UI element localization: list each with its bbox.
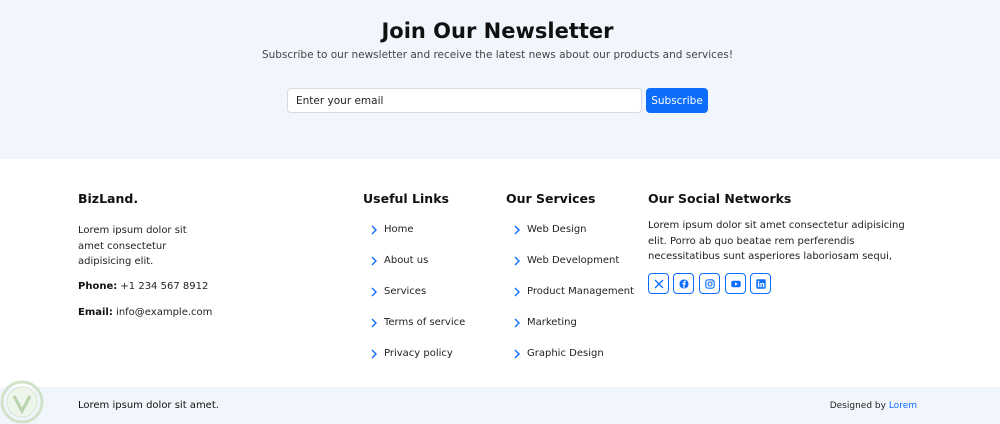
chevron-right-icon — [514, 225, 520, 235]
chevron-right-icon — [371, 225, 377, 235]
social-heading: Our Social Networks — [648, 191, 792, 206]
service-link-label[interactable]: Web Design — [527, 223, 587, 237]
credits: Designed by Lorem — [830, 400, 917, 413]
chevron-right-icon — [514, 287, 520, 297]
services-column: Our Services Web Design Web Development … — [506, 159, 641, 387]
service-link-label[interactable]: Product Management — [527, 285, 634, 299]
youtube-icon — [731, 280, 741, 288]
facebook-link[interactable] — [673, 273, 694, 294]
brand-column: BizLand. Lorem ipsum dolor sit amet cons… — [78, 159, 278, 387]
newsletter-subtitle: Subscribe to our newsletter and receive … — [261, 49, 734, 61]
youtube-link[interactable] — [725, 273, 746, 294]
phone-value: +1 234 567 8912 — [120, 281, 209, 292]
chevron-right-icon — [514, 318, 520, 328]
designed-by-link[interactable]: Lorem — [889, 401, 917, 411]
phone-line: Phone: +1 234 567 8912 — [78, 280, 208, 294]
service-link-label[interactable]: Graphic Design — [527, 347, 604, 361]
chevron-right-icon — [371, 349, 377, 359]
instagram-link[interactable] — [699, 273, 720, 294]
social-text: Lorem ipsum dolor sit amet consectetur a… — [648, 220, 905, 262]
chevron-right-icon — [371, 256, 377, 266]
useful-link-label[interactable]: Terms of service — [384, 316, 465, 330]
services-heading: Our Services — [506, 191, 596, 206]
useful-link-label[interactable]: Services — [384, 285, 426, 299]
linkedin-icon — [756, 279, 766, 289]
x-twitter-icon — [654, 279, 664, 289]
linkedin-link[interactable] — [750, 273, 771, 294]
brand-about: Lorem ipsum dolor sit amet consectetur a… — [78, 225, 187, 267]
footer-top: BizLand. Lorem ipsum dolor sit amet cons… — [0, 159, 1000, 387]
useful-link-label[interactable]: About us — [384, 254, 428, 268]
useful-links-column: Useful Links Home About us Services Term… — [363, 159, 493, 387]
useful-link-label[interactable]: Home — [384, 223, 414, 237]
newsletter-section: Join Our Newsletter Subscribe to our new… — [0, 0, 1000, 159]
designed-by-label: Designed by — [829, 401, 886, 411]
useful-links-heading: Useful Links — [363, 191, 449, 206]
chevron-right-icon — [371, 318, 377, 328]
phone-label: Phone: — [78, 281, 118, 292]
chevron-right-icon — [371, 287, 377, 297]
email-value: info@example.com — [116, 307, 213, 318]
service-link-label[interactable]: Marketing — [527, 316, 577, 330]
copyright-text: Lorem ipsum dolor sit amet. — [78, 400, 219, 411]
brand-name: BizLand. — [78, 191, 139, 206]
footer-bottom: Lorem ipsum dolor sit amet. Designed by … — [0, 387, 1000, 424]
watermark-badge-icon — [0, 380, 44, 424]
email-label: Email: — [78, 307, 113, 318]
x-twitter-link[interactable] — [648, 273, 669, 294]
email-line: Email: info@example.com — [78, 306, 212, 320]
email-input[interactable] — [287, 88, 642, 113]
useful-link-label[interactable]: Privacy policy — [384, 347, 453, 361]
facebook-icon — [679, 279, 689, 289]
service-link-label[interactable]: Web Development — [527, 254, 619, 268]
chevron-right-icon — [514, 256, 520, 266]
subscribe-button[interactable]: Subscribe — [646, 88, 708, 113]
instagram-icon — [705, 279, 715, 289]
social-column: Our Social Networks Lorem ipsum dolor si… — [648, 159, 928, 387]
chevron-right-icon — [514, 349, 520, 359]
newsletter-title: Join Our Newsletter — [381, 19, 614, 43]
